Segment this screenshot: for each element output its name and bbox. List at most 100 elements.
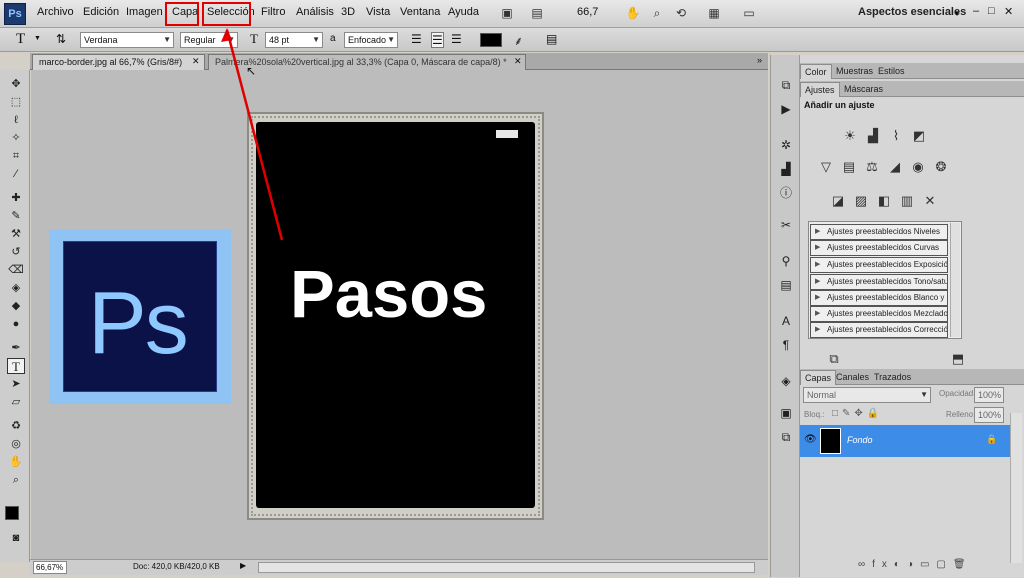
eyedropper-icon[interactable]: ⁄ [7, 166, 25, 182]
tab-canales[interactable]: Canales [832, 370, 873, 385]
tab-ajustes[interactable]: Ajustes [800, 82, 840, 97]
status-menu-icon[interactable]: ▶ [240, 561, 246, 570]
quick-mask-icon[interactable]: ◙ [7, 530, 25, 546]
tab-overflow-icon[interactable]: » [757, 55, 762, 65]
3d-rotate-icon[interactable]: ♻ [7, 418, 25, 434]
screen-mode-icon[interactable]: ▭ [740, 5, 758, 22]
close-tab-icon[interactable]: ✕ [514, 56, 522, 67]
layer-footer-icons[interactable]: ∞fx◐◑▭▢🗑 [858, 559, 973, 570]
warp-text-icon[interactable]: ⸙ [514, 32, 523, 49]
tab-estilos[interactable]: Estilos [874, 64, 909, 79]
info-panel-icon[interactable]: ⓘ [777, 185, 795, 201]
list-item[interactable]: Ajustes preestablecidos Mezclador [810, 306, 948, 322]
list-item[interactable]: Ajustes preestablecidos Tono/saturación [810, 274, 948, 290]
actions-panel-icon[interactable]: ▶ [777, 101, 795, 117]
tab-mascaras[interactable]: Máscaras [840, 82, 887, 97]
visibility-eye-icon[interactable]: 👁 [804, 434, 817, 445]
font-size-select[interactable]: 48 pt ▼ [265, 32, 323, 48]
minimize-icon[interactable]: – [973, 5, 979, 17]
menu-3d[interactable]: 3D [341, 6, 355, 18]
path-selection-icon[interactable]: ➤ [7, 376, 25, 392]
zoom-tool-icon[interactable]: ⌕ [7, 472, 25, 488]
lasso-tool-icon[interactable]: ℓ [7, 112, 25, 128]
layers-scrollbar[interactable] [1010, 413, 1022, 563]
blend-mode-select[interactable]: Normal ▼ [803, 387, 931, 403]
curves-icon[interactable]: ⌇ [888, 128, 904, 144]
type-tool-icon[interactable]: T [7, 358, 25, 374]
paths-panel-icon[interactable]: ⧉ [777, 429, 795, 445]
3d-orbit-icon[interactable]: ◎ [7, 436, 25, 452]
menu-ventana[interactable]: Ventana [400, 6, 440, 18]
align-left-icon[interactable]: ☰ [411, 32, 422, 46]
clone-stamp-icon[interactable]: ⚒ [7, 226, 25, 242]
zoom-level[interactable]: 66,7 [577, 6, 598, 18]
hand-tool-icon[interactable]: ✋ [7, 454, 25, 470]
color-balance-icon[interactable]: ⚖ [864, 159, 880, 175]
channel-mixer-icon[interactable]: ❂ [933, 159, 949, 175]
photoshop-logo[interactable]: Ps [4, 3, 26, 25]
pen-tool-icon[interactable]: ✒ [7, 340, 25, 356]
character-panel-icon[interactable]: A [777, 313, 795, 329]
paint-bucket-icon[interactable]: ◈ [7, 280, 25, 296]
tool-preset-dropdown-icon[interactable]: ▼ [34, 35, 41, 42]
layer-comps-icon[interactable]: ◈ [777, 373, 795, 389]
tab-muestras[interactable]: Muestras [832, 64, 877, 79]
brush-tool-icon[interactable]: ✎ [7, 208, 25, 224]
font-family-select[interactable]: Verdana ▼ [80, 32, 174, 48]
black-white-icon[interactable]: ◢ [887, 159, 903, 175]
move-tool-icon[interactable]: ✥ [7, 76, 25, 92]
gradient-map-icon[interactable]: ▥ [899, 193, 915, 209]
menu-filtro[interactable]: Filtro [261, 6, 285, 18]
font-style-select[interactable]: Regular ▼ [180, 32, 238, 48]
text-orientation-icon[interactable]: ⇅ [56, 32, 66, 46]
rotate-view-icon[interactable]: ⟲ [672, 5, 690, 22]
align-center-icon[interactable]: ☰ [431, 32, 444, 48]
workspace-dropdown-icon[interactable]: ▼ [953, 9, 961, 18]
maximize-icon[interactable]: □ [988, 5, 995, 17]
navigator-panel-icon[interactable]: ✲ [777, 137, 795, 153]
character-panel-icon[interactable]: ▤ [546, 32, 557, 46]
menu-edicion[interactable]: Edición [83, 6, 119, 18]
history-panel-icon[interactable]: ⧉ [777, 77, 795, 93]
selective-color-icon[interactable]: ✕ [922, 193, 938, 209]
posterize-icon[interactable]: ▨ [853, 193, 869, 209]
crop-tool-icon[interactable]: ⌗ [7, 148, 25, 164]
workspace-switcher[interactable]: Aspectos esenciales [858, 6, 966, 18]
clip-layer-icon[interactable]: ⬒ [950, 351, 966, 367]
lock-icons[interactable]: □✎✥🔒 [832, 408, 883, 419]
menu-analisis[interactable]: Análisis [296, 6, 334, 18]
antialias-select[interactable]: Enfocado ▼ [344, 32, 398, 48]
arrange-documents-icon[interactable]: ▦ [705, 5, 723, 22]
hue-saturation-icon[interactable]: ▤ [841, 159, 857, 175]
list-item[interactable]: Ajustes preestablecidos Curvas [810, 240, 948, 256]
tab-marco-border[interactable]: marco-border.jpg al 66,7% (Gris/8#) [32, 54, 205, 70]
menu-vista[interactable]: Vista [366, 6, 390, 18]
histogram-panel-icon[interactable]: ▟ [777, 161, 795, 177]
view-extras-icon[interactable]: ▤ [528, 5, 546, 22]
blur-tool-icon[interactable]: ◆ [7, 298, 25, 314]
preset-scrollbar[interactable] [950, 223, 960, 337]
bridge-icon[interactable]: ▣ [498, 5, 516, 22]
menu-imagen[interactable]: Imagen [126, 6, 163, 18]
eraser-tool-icon[interactable]: ⌫ [7, 262, 25, 278]
horizontal-scrollbar[interactable] [258, 562, 755, 573]
list-item[interactable]: Ajustes preestablecidos Niveles [810, 224, 948, 240]
opacity-field[interactable]: 100% [974, 387, 1004, 403]
brightness-icon[interactable]: ☀ [842, 128, 858, 144]
tab-trazados[interactable]: Trazados [870, 370, 915, 385]
paragraph-panel-icon[interactable]: ¶ [777, 337, 795, 353]
threshold-icon[interactable]: ◧ [876, 193, 892, 209]
exposure-icon[interactable]: ◩ [911, 128, 927, 144]
align-right-icon[interactable]: ☰ [451, 32, 462, 46]
healing-brush-icon[interactable]: ✚ [7, 190, 25, 206]
foreground-color-swatch[interactable] [5, 506, 19, 520]
dodge-tool-icon[interactable]: ● [7, 316, 25, 332]
fill-field[interactable]: 100% [974, 407, 1004, 423]
levels-icon[interactable]: ▟ [865, 128, 881, 144]
invert-icon[interactable]: ◪ [830, 193, 846, 209]
3d-panel-icon[interactable]: ▣ [777, 405, 795, 421]
tab-capas[interactable]: Capas [800, 370, 837, 385]
history-brush-icon[interactable]: ↺ [7, 244, 25, 260]
menu-archivo[interactable]: Archivo [37, 6, 74, 18]
zoom-field[interactable]: 66,67% [33, 561, 67, 574]
